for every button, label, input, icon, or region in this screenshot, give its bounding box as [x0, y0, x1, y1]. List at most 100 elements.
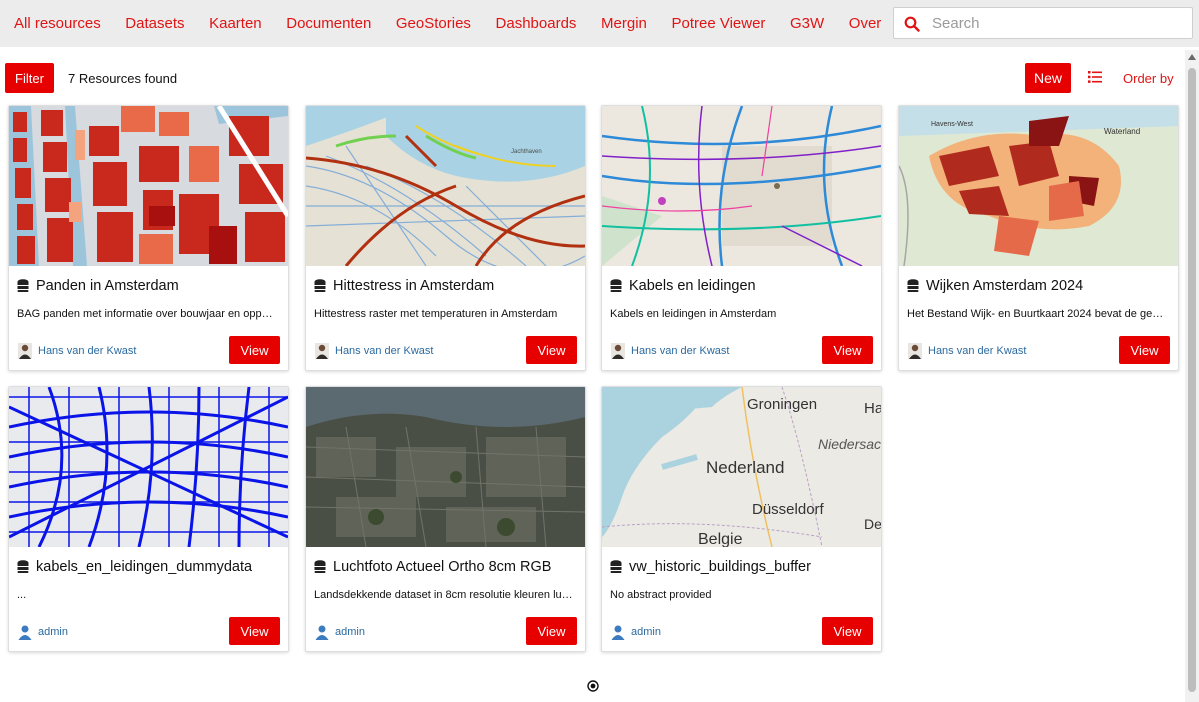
owner-name[interactable]: admin — [631, 626, 661, 638]
resource-title[interactable]: Hittestress in Amsterdam — [333, 278, 494, 294]
top-navigation-bar: All resources Datasets Kaarten Documente… — [0, 0, 1199, 47]
resource-title[interactable]: Luchtfoto Actueel Ortho 8cm RGB — [333, 559, 551, 575]
nav-link-kaarten[interactable]: Kaarten — [209, 15, 262, 32]
resource-owner[interactable]: admin — [611, 624, 661, 640]
database-icon — [17, 279, 29, 292]
resource-title[interactable]: kabels_en_leidingen_dummydata — [36, 559, 252, 575]
resource-card[interactable]: Havens-West Waterland Wijken Amsterdam 2… — [898, 105, 1179, 371]
resource-title-row: Panden in Amsterdam — [17, 276, 282, 296]
resource-title-row: vw_historic_buildings_buffer — [610, 557, 875, 577]
resource-thumbnail[interactable]: Groningen Ha Niedersac Nederland Düsseld… — [602, 387, 881, 547]
resource-thumbnail[interactable] — [9, 106, 288, 266]
resource-title[interactable]: Panden in Amsterdam — [36, 278, 179, 294]
vertical-scrollbar[interactable] — [1185, 50, 1199, 702]
map-label: Nederland — [706, 458, 784, 477]
resource-title-row: Luchtfoto Actueel Ortho 8cm RGB — [314, 557, 579, 577]
default-user-avatar — [611, 625, 625, 640]
view-button[interactable]: View — [822, 336, 873, 364]
nav-link-g3w[interactable]: G3W — [790, 15, 824, 32]
resource-title-row: Hittestress in Amsterdam — [314, 276, 579, 296]
database-icon — [314, 279, 326, 292]
map-label: Groningen — [747, 396, 817, 413]
scroll-up-arrow-icon[interactable] — [1188, 54, 1196, 60]
view-button[interactable]: View — [526, 336, 577, 364]
default-user-avatar — [315, 625, 329, 640]
resource-card[interactable]: Groningen Ha Niedersac Nederland Düsseld… — [601, 386, 882, 652]
owner-name[interactable]: admin — [38, 626, 68, 638]
nav-link-all-resources[interactable]: All resources — [14, 15, 101, 32]
view-button[interactable]: View — [1119, 336, 1170, 364]
owner-name[interactable]: Hans van der Kwast — [38, 345, 136, 357]
nav-link-mergin[interactable]: Mergin — [601, 15, 647, 32]
database-icon — [610, 560, 622, 573]
resource-title[interactable]: Kabels en leidingen — [629, 278, 756, 294]
nav-link-potree-viewer[interactable]: Potree Viewer — [671, 15, 765, 32]
resource-thumbnail[interactable]: Jachthaven — [306, 106, 585, 266]
owner-name[interactable]: Hans van der Kwast — [631, 345, 729, 357]
view-button[interactable]: View — [526, 617, 577, 645]
resource-title-row: kabels_en_leidingen_dummydata — [17, 557, 282, 577]
owner-name[interactable]: admin — [335, 626, 365, 638]
map-label: Belgie — [698, 531, 743, 547]
new-resource-button[interactable]: New — [1025, 63, 1071, 93]
filter-button[interactable]: Filter — [5, 63, 54, 93]
owner-name[interactable]: Hans van der Kwast — [928, 345, 1026, 357]
resource-owner[interactable]: Hans van der Kwast — [18, 343, 136, 359]
resource-owner[interactable]: admin — [18, 624, 68, 640]
resource-thumbnail[interactable] — [602, 106, 881, 266]
user-photo-avatar — [18, 343, 32, 359]
map-label: Havens-West — [931, 121, 973, 128]
loading-spinner-icon — [587, 680, 599, 692]
resource-title[interactable]: vw_historic_buildings_buffer — [629, 559, 811, 575]
order-by-dropdown[interactable]: Order by — [1123, 71, 1174, 86]
resource-card[interactable]: Kabels en leidingen Kabels en leidingen … — [601, 105, 882, 371]
resource-thumbnail[interactable] — [306, 387, 585, 547]
nav-link-geostories[interactable]: GeoStories — [396, 15, 471, 32]
resource-card[interactable]: Jachthaven Hittestress in Amsterdam Hitt… — [305, 105, 586, 371]
list-view-icon[interactable] — [1088, 70, 1102, 84]
search-box[interactable] — [893, 7, 1193, 39]
map-label: Düsseldorf — [752, 501, 825, 518]
database-icon — [907, 279, 919, 292]
resource-abstract: ... — [17, 589, 27, 601]
resource-abstract: Het Bestand Wijk- en Buurtkaart 2024 bev… — [907, 308, 1164, 320]
nav-link-over[interactable]: Over — [849, 15, 882, 32]
resource-card[interactable]: Luchtfoto Actueel Ortho 8cm RGB Landsdek… — [305, 386, 586, 652]
resource-owner[interactable]: Hans van der Kwast — [611, 343, 729, 359]
resource-owner[interactable]: Hans van der Kwast — [315, 343, 433, 359]
nav-link-documenten[interactable]: Documenten — [286, 15, 371, 32]
map-label: Jachthaven — [511, 149, 542, 155]
nav-link-dashboards[interactable]: Dashboards — [496, 15, 577, 32]
search-icon[interactable] — [904, 16, 920, 32]
user-photo-avatar — [611, 343, 625, 359]
database-icon — [314, 560, 326, 573]
resource-abstract: Kabels en leidingen in Amsterdam — [610, 308, 777, 320]
owner-name[interactable]: Hans van der Kwast — [335, 345, 433, 357]
view-button[interactable]: View — [229, 336, 280, 364]
resource-thumbnail[interactable] — [9, 387, 288, 547]
resource-thumbnail[interactable]: Havens-West Waterland — [899, 106, 1178, 266]
view-button[interactable]: View — [229, 617, 280, 645]
resource-abstract: No abstract provided — [610, 589, 712, 601]
view-button[interactable]: View — [822, 617, 873, 645]
scrollbar-thumb[interactable] — [1188, 68, 1196, 692]
database-icon — [17, 560, 29, 573]
nav-link-datasets[interactable]: Datasets — [125, 15, 184, 32]
resource-abstract: BAG panden met informatie over bouwjaar … — [17, 308, 273, 320]
resource-owner[interactable]: admin — [315, 624, 365, 640]
user-photo-avatar — [908, 343, 922, 359]
nav-links: All resources Datasets Kaarten Documente… — [14, 15, 906, 32]
resource-owner[interactable]: Hans van der Kwast — [908, 343, 1026, 359]
map-label: Niedersac — [818, 436, 881, 452]
resource-abstract: Hittestress raster met temperaturen in A… — [314, 308, 558, 320]
results-count: 7 Resources found — [68, 71, 178, 86]
resource-title-row: Wijken Amsterdam 2024 — [907, 276, 1172, 296]
resource-card[interactable]: kabels_en_leidingen_dummydata ... admin … — [8, 386, 289, 652]
map-label: De — [864, 516, 881, 532]
resource-card[interactable]: Panden in Amsterdam BAG panden met infor… — [8, 105, 289, 371]
resource-title[interactable]: Wijken Amsterdam 2024 — [926, 278, 1083, 294]
default-user-avatar — [18, 625, 32, 640]
database-icon — [610, 279, 622, 292]
search-input[interactable] — [932, 12, 1182, 34]
map-label: Waterland — [1104, 127, 1140, 136]
